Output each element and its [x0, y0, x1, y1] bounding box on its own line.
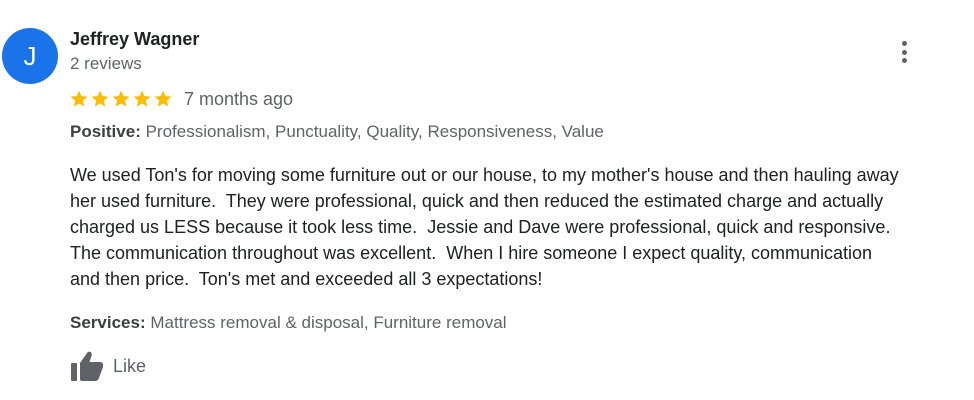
- review-text: We used Ton's for moving some furniture …: [70, 162, 955, 292]
- star-icon: [154, 90, 172, 107]
- like-button[interactable]: Like: [70, 350, 146, 382]
- review-time: 7 months ago: [184, 88, 294, 109]
- like-label: Like: [113, 355, 147, 376]
- thumbs-up-icon: [71, 351, 103, 381]
- review-text-line: and then price. Ton's met and exceeded a…: [70, 269, 543, 289]
- services-value: Mattress removal & disposal, Furniture r…: [150, 313, 507, 332]
- reviewer-avatar[interactable]: J: [2, 28, 58, 84]
- star-icon: [133, 90, 151, 107]
- services-attributes: Services: Mattress removal & disposal, F…: [70, 313, 507, 333]
- positive-value: Professionalism, Punctuality, Quality, R…: [145, 122, 604, 141]
- review-text-line: We used Ton's for moving some furniture …: [70, 165, 899, 185]
- more-vertical-icon-dot: [901, 49, 907, 55]
- review-count[interactable]: 2 reviews: [70, 54, 142, 74]
- star-icon: [112, 90, 130, 107]
- positive-attributes: Positive: Professionalism, Punctuality, …: [70, 122, 604, 142]
- positive-label: Positive:: [70, 122, 141, 141]
- avatar-letter: J: [23, 40, 37, 71]
- review-text-line: The communication throughout was excelle…: [70, 243, 873, 263]
- review-text-line: her used furniture. They were profession…: [70, 191, 884, 211]
- star-rating: [69, 89, 173, 109]
- star-icon: [70, 90, 88, 107]
- services-label: Services:: [70, 313, 146, 332]
- star-icon: [91, 90, 109, 107]
- more-options-button[interactable]: [893, 37, 915, 67]
- review-text-line: charged us LESS because it took less tim…: [70, 217, 891, 237]
- more-vertical-icon-dot: [901, 58, 907, 63]
- rating-row: 7 months ago: [69, 86, 293, 112]
- more-vertical-icon: [901, 41, 907, 46]
- reviewer-name[interactable]: Jeffrey Wagner: [70, 29, 199, 50]
